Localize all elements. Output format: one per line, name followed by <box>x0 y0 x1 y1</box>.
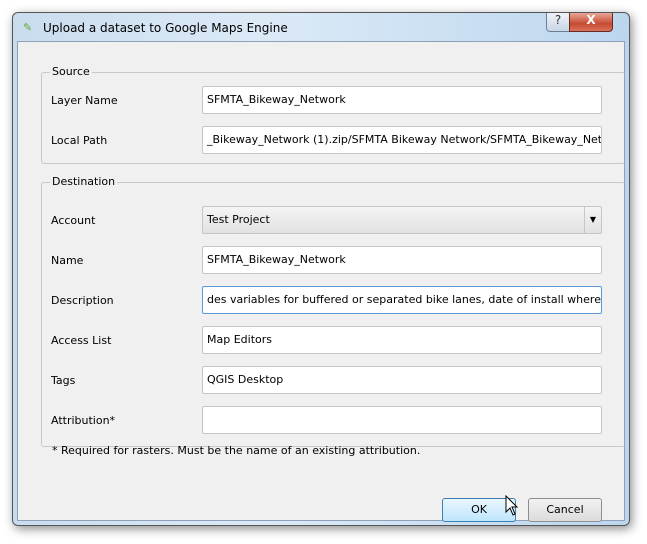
tags-input[interactable]: QGIS Desktop <box>202 366 602 394</box>
access-list-label: Access List <box>51 334 112 347</box>
destination-legend: Destination <box>50 175 118 188</box>
qgis-icon: ✎ <box>23 21 33 34</box>
account-select[interactable]: Test Project ▼ <box>202 206 602 234</box>
attribution-input[interactable] <box>202 406 602 434</box>
mouse-cursor-icon <box>505 495 519 516</box>
help-button[interactable]: ? <box>546 13 570 32</box>
chevron-down-icon[interactable]: ▼ <box>584 207 601 233</box>
dialog-window: ✎ Upload a dataset to Google Maps Engine… <box>12 12 630 526</box>
tags-label: Tags <box>51 374 76 387</box>
window-title: Upload a dataset to Google Maps Engine <box>43 21 288 35</box>
name-label: Name <box>51 254 84 267</box>
account-label: Account <box>51 214 96 227</box>
local-path-label: Local Path <box>51 134 108 147</box>
dialog-body: Source Layer Name SFMTA_Bikeway_Network … <box>17 41 625 522</box>
description-input[interactable]: des variables for buffered or separated … <box>202 286 602 314</box>
cancel-button[interactable]: Cancel <box>528 498 602 522</box>
layer-name-label: Layer Name <box>51 94 118 107</box>
layer-name-input[interactable]: SFMTA_Bikeway_Network <box>202 86 602 114</box>
source-legend: Source <box>50 65 92 78</box>
account-value: Test Project <box>207 213 270 226</box>
description-label: Description <box>51 294 114 307</box>
required-note: * Required for rasters. Must be the name… <box>52 444 421 457</box>
name-input[interactable]: SFMTA_Bikeway_Network <box>202 246 602 274</box>
local-path-input[interactable]: _Bikeway_Network (1).zip/SFMTA Bikeway N… <box>202 126 602 154</box>
attribution-label: Attribution* <box>51 414 116 427</box>
close-button[interactable]: X <box>569 13 613 32</box>
access-list-input[interactable]: Map Editors <box>202 326 602 354</box>
